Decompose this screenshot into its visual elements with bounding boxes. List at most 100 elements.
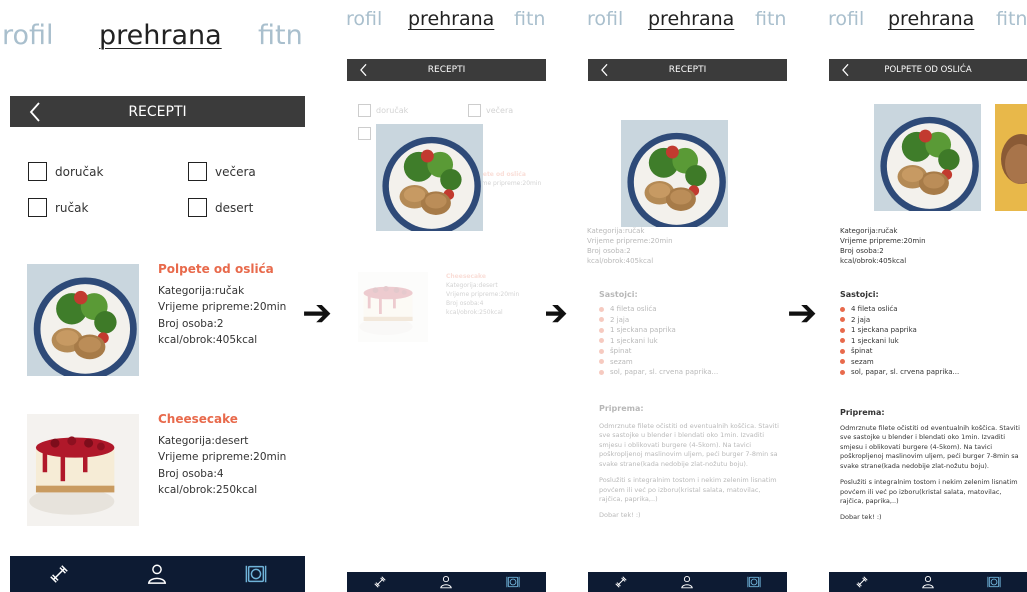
checkbox[interactable] [28, 162, 47, 181]
transition-arrow: ➔ [787, 293, 818, 334]
filter-label: doručak [55, 164, 104, 179]
back-button[interactable] [28, 96, 42, 127]
ingredients-list: 4 fileta oslića 2 jaja 1 sjeckana paprika 1… [840, 304, 959, 378]
dumbbell-icon[interactable] [614, 575, 628, 589]
recipe-persons: Broj osoba:2 [158, 317, 224, 330]
recipe-title[interactable]: Cheesecake [158, 412, 286, 426]
filter-breakfast[interactable]: doručak [28, 162, 103, 181]
recipe-prep-time: Vrijeme pripreme:20min [840, 237, 926, 246]
recipe-kcal: kcal/obrok:250kcal [158, 483, 258, 496]
nav-profile[interactable]: rofil [2, 20, 54, 51]
ingredient-label: sezam [851, 357, 874, 366]
person-icon[interactable] [680, 575, 694, 589]
prep-paragraph: Dobar tek! :) [840, 513, 882, 522]
filter-dinner[interactable]: večera [188, 162, 256, 181]
nav-nutrition[interactable]: prehrana [888, 8, 974, 30]
nav-nutrition[interactable]: prehrana [648, 8, 734, 30]
recipe-meta: Kategorija:ručak Vrijeme pripreme:20min … [587, 226, 673, 267]
recipe-photo[interactable] [27, 414, 139, 526]
bullet-icon [599, 369, 604, 375]
back-button[interactable] [359, 59, 368, 81]
ingredient-item: sezam [599, 357, 718, 368]
ingredient-item: sol, papar, sl. crvena paprika... [840, 367, 959, 378]
nav-fitness[interactable]: fitn [258, 20, 303, 51]
prep-paragraph: Poslužiti s integralnim tostom i nekim z… [840, 478, 1018, 505]
nav-profile[interactable]: rofil [587, 8, 623, 30]
bullet-icon [599, 317, 604, 323]
carousel-photo-next[interactable] [995, 104, 1027, 211]
dumbbell-icon[interactable] [373, 575, 387, 589]
recipe-photo[interactable] [621, 120, 728, 227]
ingredient-item: 2 jaja [599, 315, 718, 326]
plate-icon[interactable] [747, 575, 761, 589]
ingredients-title: Sastojci: [840, 290, 879, 299]
filter-lunch[interactable]: ručak [28, 198, 88, 217]
dumbbell-icon[interactable] [48, 563, 70, 585]
chevron-left-icon [28, 101, 42, 123]
ingredient-label: sol, papar, sl. crvena paprika... [610, 368, 719, 376]
bullet-icon [599, 306, 604, 312]
recipe-photo[interactable] [27, 264, 139, 376]
person-icon[interactable] [146, 563, 168, 585]
filter-label: desert [215, 200, 254, 215]
ingredient-item: sezam [840, 357, 959, 368]
recipe-prep-time: Vrijeme pripreme:20min [446, 291, 520, 298]
page-title: RECEPTI [427, 65, 466, 75]
checkbox[interactable] [358, 127, 371, 140]
plate-icon[interactable] [245, 563, 267, 585]
filter-dinner[interactable]: večera [468, 104, 513, 117]
nav-nutrition[interactable]: prehrana [99, 20, 222, 51]
bullet-icon [599, 327, 604, 333]
carousel-photo-current[interactable] [874, 104, 981, 211]
ingredient-item: 4 fileta oslića [840, 304, 959, 315]
recipe-kcal: kcal/obrok:250kcal [446, 309, 503, 316]
ingredient-label: sezam [610, 357, 633, 366]
ingredient-item: 1 sjeckana paprika [840, 325, 959, 336]
bullet-icon [840, 369, 845, 375]
checkbox[interactable] [28, 198, 47, 217]
nav-fitness[interactable]: fitn [996, 8, 1027, 30]
nav-profile[interactable]: rofil [346, 8, 382, 30]
plate-icon[interactable] [506, 575, 520, 589]
recipe-meta-faded: Cheesecake Kategorija:desert Vrijeme pri… [446, 272, 519, 317]
person-icon[interactable] [439, 575, 453, 589]
bottom-tab-bar [10, 556, 305, 592]
dumbbell-icon[interactable] [855, 575, 869, 589]
ingredients-title: Sastojci: [599, 290, 638, 299]
nav-profile[interactable]: rofil [828, 8, 864, 30]
prep-title: Priprema: [599, 404, 644, 413]
ingredients-list: 4 fileta oslića 2 jaja 1 sjeckana paprika 1… [599, 304, 718, 378]
checkbox[interactable] [188, 198, 207, 217]
nav-fitness[interactable]: fitn [755, 8, 786, 30]
nav-fitness[interactable]: fitn [514, 8, 545, 30]
back-button[interactable] [841, 59, 850, 81]
header-bar: RECEPTI [347, 59, 546, 81]
prep-paragraph: Poslužiti s integralnim tostom i nekim z… [599, 476, 777, 503]
recipe-persons: Broj osoba:4 [446, 300, 484, 307]
ingredient-label: 2 jaja [851, 315, 871, 324]
recipe-category: Kategorija:ručak [587, 227, 645, 235]
checkbox[interactable] [188, 162, 207, 181]
transition-arrow: ➔ [302, 293, 333, 334]
recipe-meta: Kategorija:ručak Vrijeme pripreme:20min … [840, 226, 926, 267]
checkbox[interactable] [468, 104, 481, 117]
recipe-photo-animating[interactable] [376, 124, 483, 231]
recipe-category: Kategorija:desert [158, 435, 249, 447]
filter-dessert[interactable]: desert [188, 198, 253, 217]
ingredient-label: 1 sjeckani luk [610, 336, 658, 345]
filter-label: večera [215, 164, 256, 179]
ingredient-item: špinat [840, 346, 959, 357]
plate-icon[interactable] [987, 575, 1001, 589]
nav-nutrition[interactable]: prehrana [408, 8, 494, 30]
recipe-kcal: kcal/obrok:405kcal [587, 257, 654, 266]
person-icon[interactable] [921, 575, 935, 589]
bullet-icon [840, 327, 845, 333]
recipe-title[interactable]: Polpete od oslića [158, 262, 286, 276]
bullet-icon [840, 338, 845, 344]
recipe-title: Cheesecake [446, 273, 486, 280]
checkbox[interactable] [358, 104, 371, 117]
filter-breakfast[interactable]: doručak [358, 104, 408, 117]
back-button[interactable] [600, 59, 609, 81]
carousel-photo-prev[interactable] [828, 104, 860, 211]
bullet-icon [599, 348, 604, 354]
